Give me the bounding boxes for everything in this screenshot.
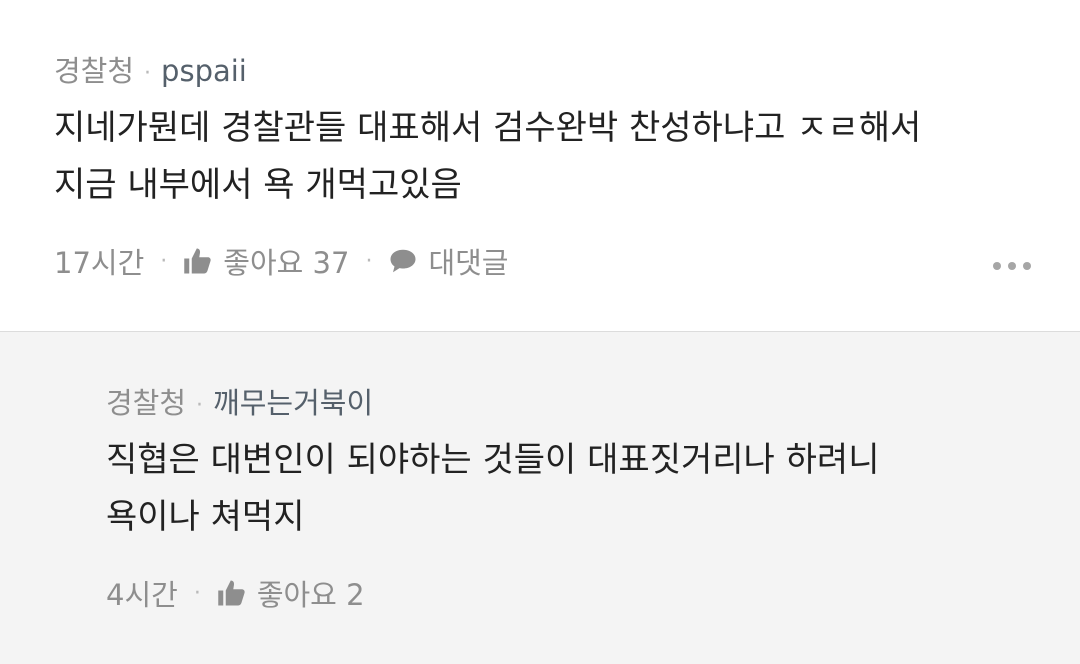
reply-label: 대댓글 [428, 246, 509, 280]
more-dots-icon [1008, 262, 1016, 270]
comment-text-line: 직협은 대변인이 되야하는 것들이 대표짓거리나 하려니 [106, 440, 880, 480]
thumbs-up-icon [184, 248, 211, 274]
comment-text-line: 지금 내부에서 욕 개먹고있음 [54, 165, 462, 205]
reply-button[interactable]: 대댓글 [388, 240, 508, 282]
like-button[interactable]: 좋아요 2 [217, 572, 365, 614]
comment-text: 직협은 대변인이 되야하는 것들이 대표짓거리나 하려니 욕이나 쳐먹지 [106, 432, 879, 546]
like-button[interactable]: 좋아요 37 [183, 240, 349, 282]
separator-dot: · [144, 60, 152, 86]
comment-actions: 4시간 · 좋아요 2 [106, 572, 365, 614]
comment-text: 지네가뭔데 경찰관들 대표해서 검수완박 찬성하냐고 ㅈㄹ해서 지금 내부에서 … [54, 100, 921, 214]
comment-text-line: 지네가뭔데 경찰관들 대표해서 검수완박 찬성하냐고 ㅈㄹ해서 [54, 108, 922, 148]
category-label[interactable]: 경찰청 [54, 54, 134, 88]
username[interactable]: pspaii [161, 54, 247, 88]
timestamp: 17시간 [54, 246, 145, 280]
more-options-button[interactable] [993, 262, 1031, 270]
separator-dot: · [193, 580, 201, 606]
separator-dot: · [160, 248, 168, 274]
comment-item: 경찰청 · pspaii 지네가뭔데 경찰관들 대표해서 검수완박 찬성하냐고 ㅈㄹ… [0, 0, 1080, 332]
timestamp: 4시간 [106, 578, 178, 612]
comment-text-line: 욕이나 쳐먹지 [106, 497, 305, 537]
category-label[interactable]: 경찰청 [106, 386, 186, 420]
comment-meta: 경찰청 · pspaii [54, 48, 247, 90]
more-dots-icon [1023, 262, 1031, 270]
thumbs-up-icon [218, 580, 245, 606]
like-count: 좋아요 2 [256, 578, 365, 612]
speech-bubble-icon [390, 249, 416, 273]
comment-actions: 17시간 · 좋아요 37 · 대댓글 [54, 240, 508, 282]
more-dots-icon [993, 262, 1001, 270]
separator-dot: · [365, 248, 373, 274]
username[interactable]: 깨무는거북이 [213, 386, 373, 420]
comment-meta: 경찰청 · 깨무는거북이 [106, 380, 373, 422]
separator-dot: · [196, 392, 204, 418]
reply-comment-item: 경찰청 · 깨무는거북이 직협은 대변인이 되야하는 것들이 대표짓거리나 하려니 … [0, 332, 1080, 664]
like-count: 좋아요 37 [223, 246, 350, 280]
